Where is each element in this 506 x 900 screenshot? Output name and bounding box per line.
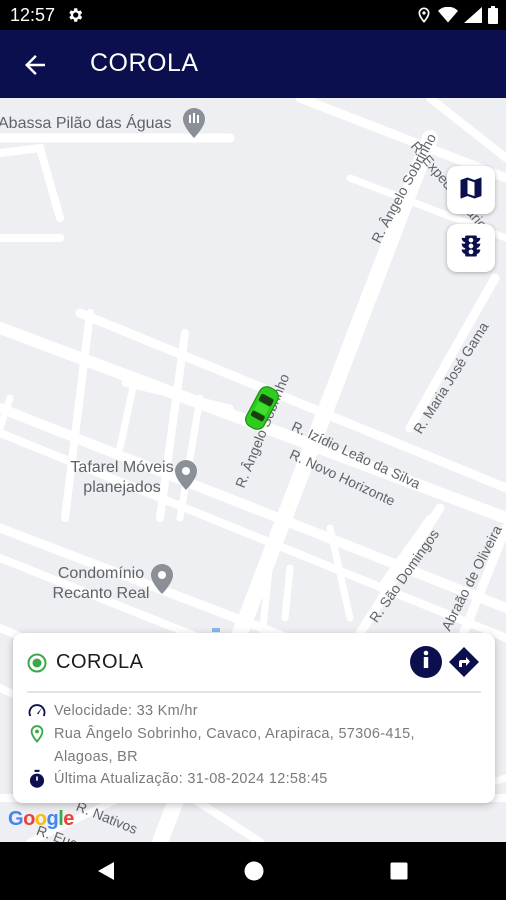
signal-icon [464, 7, 482, 28]
card-header: COROLA [13, 633, 495, 691]
directions-button[interactable] [448, 646, 480, 678]
map-icon [457, 174, 485, 207]
poi-pin-icon[interactable] [150, 564, 174, 599]
nav-back-icon[interactable] [96, 861, 116, 886]
back-arrow-icon[interactable] [20, 50, 50, 80]
vehicle-marker-icon[interactable] [240, 382, 284, 439]
speedometer-icon [27, 701, 47, 721]
location-icon [416, 6, 432, 29]
online-status-icon [27, 653, 47, 678]
poi-label: Abassa Pilão das Águas [0, 115, 172, 132]
info-button[interactable] [410, 646, 442, 678]
poi-pin-icon[interactable] [182, 108, 206, 143]
status-time: 12:57 [10, 5, 56, 25]
nav-recents-icon[interactable] [390, 862, 408, 885]
info-icon [419, 650, 433, 675]
map-type-button[interactable] [447, 166, 495, 214]
speed-row: Velocidade: 33 Km/hr [27, 700, 198, 723]
directions-icon [448, 647, 480, 682]
page-title: COROLA [90, 49, 199, 77]
vehicle-name: COROLA [56, 651, 144, 673]
system-nav-bar [0, 842, 506, 900]
poi-label: Condomínio Recanto Real [52, 565, 150, 602]
settings-gear-icon [66, 6, 84, 29]
wifi-icon [438, 6, 458, 28]
address-row: Rua Ângelo Sobrinho, Cavaco, Arapiraca, … [27, 723, 467, 769]
traffic-light-icon [457, 232, 485, 265]
location-pin-icon [27, 724, 47, 744]
google-logo: Google [8, 808, 74, 830]
last-update-text: Última Atualização: 31-08-2024 12:58:45 [54, 771, 328, 787]
vehicle-info-card: COROLA Velocidade: 33 Km/hr Rua Ângelo S… [13, 633, 495, 803]
poi-pin-icon[interactable] [174, 460, 198, 495]
traffic-button[interactable] [447, 224, 495, 272]
stopwatch-icon [27, 769, 47, 789]
nav-home-icon[interactable] [244, 861, 264, 886]
divider [27, 691, 481, 693]
app-bar: COROLA [0, 30, 506, 98]
address-text: Rua Ângelo Sobrinho, Cavaco, Arapiraca, … [54, 726, 415, 765]
battery-icon [488, 6, 498, 29]
updated-row: Última Atualização: 31-08-2024 12:58:45 [27, 768, 328, 791]
status-bar: 12:57 [0, 0, 506, 30]
map-view[interactable]: R. Expedicionário R. Ângelo Sobrinho R. … [0, 98, 506, 842]
speed-text: Velocidade: 33 Km/hr [54, 703, 198, 719]
poi-label: Tafarel Móveis planejados [70, 459, 174, 496]
